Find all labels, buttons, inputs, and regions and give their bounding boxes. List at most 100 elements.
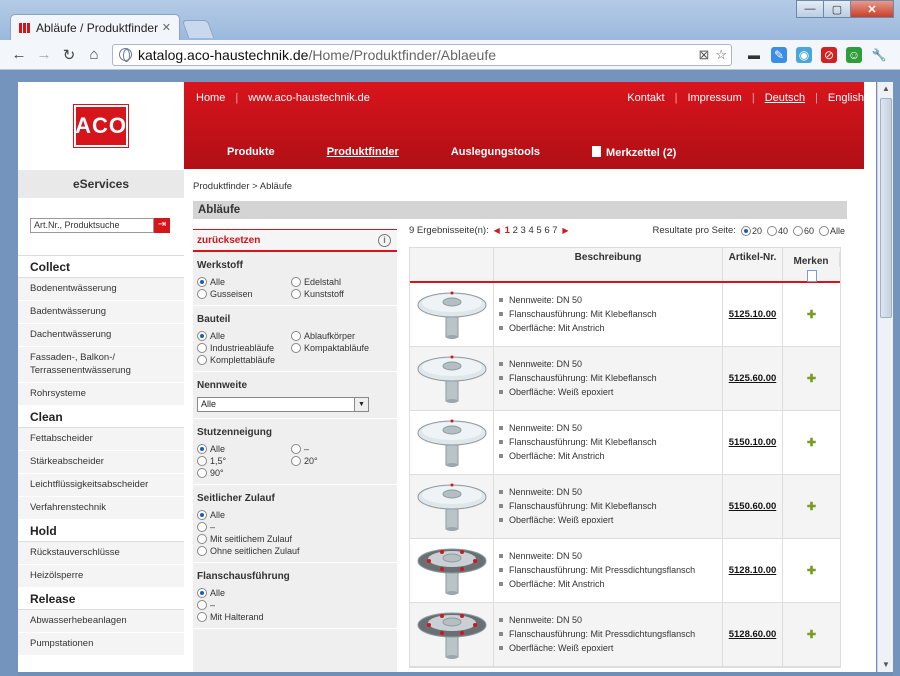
nav-produkte[interactable]: Produkte bbox=[227, 146, 275, 159]
add-to-notepad-icon[interactable]: ✚ bbox=[807, 436, 816, 449]
radio-button[interactable] bbox=[197, 277, 207, 287]
bookmark-star-icon[interactable]: ☆ bbox=[715, 47, 727, 63]
article-number-link[interactable]: 5128.10.00 bbox=[723, 539, 783, 602]
radio-button[interactable] bbox=[197, 468, 207, 478]
radio-button[interactable] bbox=[197, 522, 207, 532]
radio-button[interactable] bbox=[197, 510, 207, 520]
page-link[interactable]: 5 bbox=[536, 225, 541, 236]
filter-option[interactable]: Mit Halterand bbox=[197, 612, 377, 622]
page-link[interactable]: 7 bbox=[552, 225, 557, 236]
extension-blue-icon[interactable]: ✎ bbox=[771, 46, 787, 63]
category-link[interactable]: Rohrsysteme bbox=[18, 383, 184, 406]
image-cell[interactable] bbox=[410, 475, 494, 538]
page-action-icon[interactable]: ⊠ bbox=[698, 47, 709, 63]
page-link[interactable]: 1 bbox=[505, 225, 510, 236]
radio-button[interactable] bbox=[197, 331, 207, 341]
window-close-button[interactable]: ✕ bbox=[850, 0, 894, 18]
category-link[interactable]: Heizölsperre bbox=[18, 565, 184, 588]
incognito-icon[interactable]: ▬ bbox=[746, 47, 762, 63]
nennweite-select[interactable]: Alle ▼ bbox=[197, 397, 369, 412]
add-to-notepad-icon[interactable]: ✚ bbox=[807, 628, 816, 641]
article-number-link[interactable]: 5128.60.00 bbox=[723, 603, 783, 666]
radio-button[interactable] bbox=[197, 355, 207, 365]
radio-button[interactable] bbox=[197, 588, 207, 598]
product-search-input[interactable]: Art.Nr., Produktsuche bbox=[30, 218, 154, 233]
image-cell[interactable] bbox=[410, 603, 494, 666]
page-link[interactable]: 2 bbox=[513, 225, 518, 236]
add-to-notepad-icon[interactable]: ✚ bbox=[807, 308, 816, 321]
radio-button[interactable] bbox=[818, 225, 829, 236]
kontakt-link[interactable]: Kontakt bbox=[627, 92, 664, 104]
filter-option[interactable]: – bbox=[197, 600, 377, 610]
home-icon[interactable]: ⌂ bbox=[83, 44, 105, 66]
radio-button[interactable] bbox=[197, 546, 207, 556]
extension-green-icon[interactable]: ☺ bbox=[846, 46, 862, 63]
radio-button[interactable] bbox=[766, 225, 777, 236]
filter-option[interactable]: Kunststoff bbox=[291, 289, 385, 299]
filter-option[interactable]: Alle bbox=[197, 277, 291, 287]
add-to-notepad-icon[interactable]: ✚ bbox=[807, 564, 816, 577]
category-link[interactable]: Stärkeabscheider bbox=[18, 451, 184, 474]
filter-option[interactable]: 20° bbox=[291, 456, 385, 466]
filter-option[interactable]: Alle bbox=[197, 588, 377, 598]
radio-button[interactable] bbox=[291, 343, 301, 353]
minimize-button[interactable]: — bbox=[796, 0, 824, 18]
wrench-icon[interactable]: 🔧 bbox=[871, 47, 887, 63]
extension-globe-icon[interactable]: ◉ bbox=[796, 46, 812, 63]
radio-button[interactable] bbox=[291, 277, 301, 287]
article-number-link[interactable]: 5125.60.00 bbox=[723, 347, 783, 410]
scroll-down-icon[interactable]: ▼ bbox=[878, 658, 894, 672]
per-page-option[interactable]: Alle bbox=[818, 225, 845, 236]
image-cell[interactable] bbox=[410, 283, 494, 346]
category-link[interactable]: Fettabscheider bbox=[18, 428, 184, 451]
nav-merkzettel[interactable]: Merkzettel (2) bbox=[592, 146, 676, 159]
add-to-notepad-icon[interactable]: ✚ bbox=[807, 500, 816, 513]
category-link[interactable]: Rückstauverschlüsse bbox=[18, 542, 184, 565]
new-tab-button[interactable] bbox=[181, 20, 215, 38]
prev-page-icon[interactable]: ◀ bbox=[491, 226, 502, 235]
filter-option[interactable]: Alle bbox=[197, 510, 377, 520]
article-number-link[interactable]: 5150.10.00 bbox=[723, 411, 783, 474]
tab-close-icon[interactable]: ✕ bbox=[162, 21, 171, 34]
vertical-scrollbar[interactable]: ▲ ▼ bbox=[877, 82, 893, 672]
extension-red-icon[interactable]: ⊘ bbox=[821, 46, 837, 63]
category-link[interactable]: Leichtflüssigkeitsabscheider bbox=[18, 474, 184, 497]
back-icon[interactable]: ← bbox=[8, 44, 30, 66]
category-link[interactable]: Verfahrenstechnik bbox=[18, 497, 184, 520]
radio-button[interactable] bbox=[197, 612, 207, 622]
next-page-icon[interactable]: ▶ bbox=[560, 226, 568, 235]
filter-option[interactable]: 1,5° bbox=[197, 456, 291, 466]
category-link[interactable]: Dachentwässerung bbox=[18, 324, 184, 347]
add-to-notepad-icon[interactable]: ✚ bbox=[807, 372, 816, 385]
image-cell[interactable] bbox=[410, 539, 494, 602]
image-cell[interactable] bbox=[410, 347, 494, 410]
language-deutsch-link[interactable]: Deutsch bbox=[765, 92, 805, 104]
category-link[interactable]: Pumpstationen bbox=[18, 633, 184, 656]
search-submit-button[interactable]: ⇥ bbox=[154, 218, 170, 233]
scroll-up-icon[interactable]: ▲ bbox=[878, 82, 894, 96]
impressum-link[interactable]: Impressum bbox=[687, 92, 741, 104]
filter-option[interactable]: – bbox=[197, 522, 377, 532]
per-page-option[interactable]: 40 bbox=[766, 225, 788, 236]
filter-option[interactable]: Komplettabläufe bbox=[197, 355, 291, 365]
radio-button[interactable] bbox=[291, 289, 301, 299]
nav-auslegungstools[interactable]: Auslegungstools bbox=[451, 146, 540, 159]
radio-button[interactable] bbox=[197, 343, 207, 353]
per-page-option[interactable]: 20 bbox=[740, 225, 762, 236]
forward-icon[interactable]: → bbox=[33, 44, 55, 66]
filter-option[interactable]: Alle bbox=[197, 444, 291, 454]
filter-option[interactable]: Kompaktabläufe bbox=[291, 343, 385, 353]
browser-tab[interactable]: Abläufe / Produktfinder ✕ bbox=[10, 14, 180, 40]
radio-button[interactable] bbox=[792, 225, 803, 236]
filter-option[interactable]: Ohne seitlichen Zulauf bbox=[197, 546, 377, 556]
radio-button[interactable] bbox=[291, 331, 301, 341]
radio-button[interactable] bbox=[197, 444, 207, 454]
filter-option[interactable]: Industrieabläufe bbox=[197, 343, 291, 353]
maximize-button[interactable]: ▢ bbox=[823, 0, 851, 18]
category-link[interactable]: Fassaden-, Balkon-/ Terrassenentwässerun… bbox=[18, 347, 184, 383]
address-bar[interactable]: katalog.aco-haustechnik.de/Home/Produktf… bbox=[112, 43, 732, 66]
filter-option[interactable]: Edelstahl bbox=[291, 277, 385, 287]
radio-button[interactable] bbox=[197, 456, 207, 466]
radio-button[interactable] bbox=[197, 289, 207, 299]
aco-logo[interactable]: ACO bbox=[73, 104, 129, 148]
